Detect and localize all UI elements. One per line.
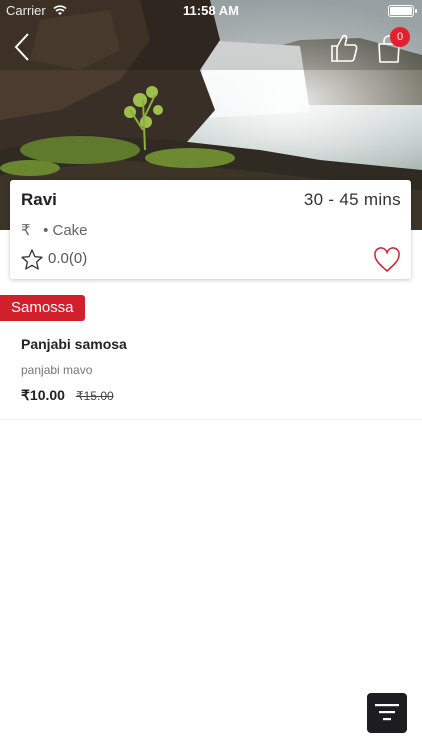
restaurant-name: Ravi	[21, 190, 57, 209]
item-description: panjabi mavo	[21, 363, 93, 377]
cuisine-separator: •	[43, 222, 49, 239]
like-button[interactable]	[328, 32, 360, 64]
favorite-button[interactable]	[373, 247, 401, 273]
filter-icon	[375, 704, 399, 721]
chevron-left-icon	[14, 33, 29, 61]
item-name: Panjabi samosa	[21, 336, 127, 352]
filter-button[interactable]	[367, 693, 407, 733]
delivery-time: 30 - 45 mins	[303, 190, 401, 209]
thumbs-up-icon	[331, 34, 358, 62]
price-symbol: ₹	[21, 222, 31, 239]
item-price: ₹10.00	[21, 387, 65, 403]
category-tag: Samossa	[0, 295, 85, 321]
status-time: 11:58 AM	[183, 3, 239, 18]
back-button[interactable]	[10, 30, 38, 64]
restaurant-info-card: Ravi 30 - 45 mins ₹ • Cake 0.0(0)	[10, 180, 411, 279]
restaurant-cuisine: ₹ • Cake	[21, 221, 88, 239]
cuisine-label: Cake	[52, 222, 88, 239]
menu-item[interactable]: Panjabi samosa panjabi mavo ₹10.00 ₹15.0…	[0, 326, 422, 420]
status-bar: Carrier 11:58 AM	[0, 0, 422, 22]
item-original-price: ₹15.00	[76, 389, 114, 403]
battery-icon	[388, 5, 417, 17]
rating-text: 0.0(0)	[48, 250, 88, 267]
cart-count-badge: 0	[390, 27, 410, 47]
heart-icon	[374, 247, 400, 272]
star-icon	[21, 249, 43, 270]
